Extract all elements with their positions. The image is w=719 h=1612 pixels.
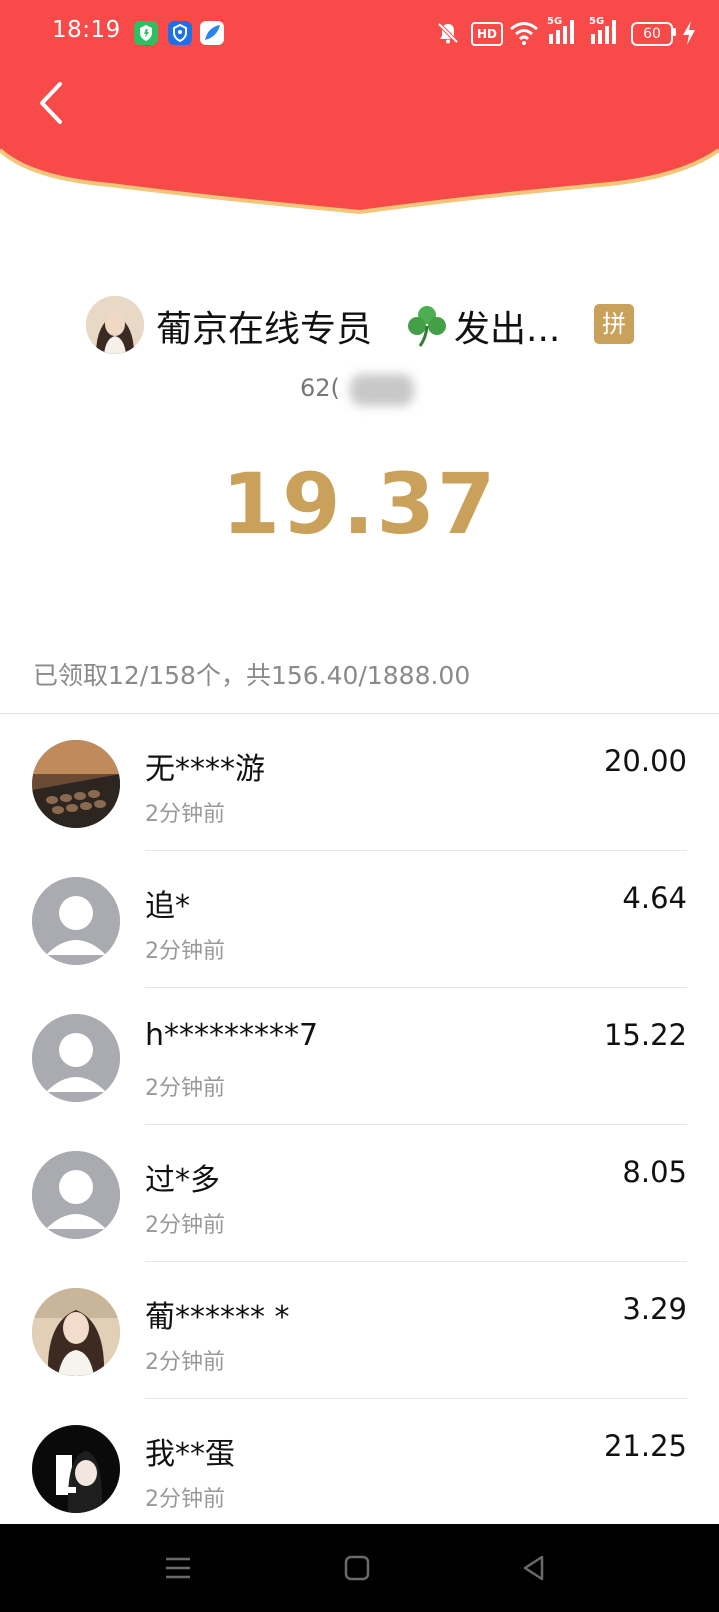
claim-amount: 20.00 [603, 744, 687, 778]
sender-id-redacted [350, 374, 414, 406]
status-bar: 18:19 HD 5G 5G 60 [0, 0, 719, 66]
sender-info: 葡京在线专员 发出... 拼 [86, 294, 646, 354]
claimer-name: 过*多 [145, 1163, 220, 1198]
sender-id: 62( [300, 374, 340, 402]
clover-icon [408, 306, 446, 347]
list-item[interactable]: 追* 2分钟前 4.64 [0, 851, 719, 988]
list-item[interactable]: 我**蛋 2分钟前 21.25 [0, 1399, 719, 1536]
charging-icon [683, 21, 695, 45]
hd-icon: HD [471, 22, 503, 46]
claim-amount: 3.29 [622, 1292, 687, 1326]
list-item[interactable]: h*********7 2分钟前 15.22 [0, 988, 719, 1125]
home-icon[interactable] [337, 1548, 377, 1588]
vpn-app-icon [168, 21, 192, 45]
default-avatar-icon [32, 1014, 120, 1102]
battery-icon: 60 [631, 22, 673, 46]
signal-5g-icon: 5G [547, 16, 579, 46]
sender-name: 葡京在线专员 [156, 309, 373, 350]
claimer-name: 无****游 [145, 752, 265, 787]
claim-amount: 21.25 [603, 1429, 687, 1463]
list-item[interactable]: 过*多 2分钟前 8.05 [0, 1125, 719, 1262]
photo-avatar [32, 1288, 120, 1376]
system-nav-bar [0, 1524, 719, 1612]
claim-summary: 已领取12/158个，共156.40/1888.00 [33, 661, 471, 690]
chevron-left-icon [40, 82, 62, 124]
claim-time: 2分钟前 [145, 1350, 225, 1375]
claim-time: 2分钟前 [145, 939, 225, 964]
claimer-name: 葡****** * [145, 1300, 290, 1335]
claimer-name: h*********7 [145, 1018, 319, 1053]
claim-list: 无****游 2分钟前 20.00 追* 2分钟前 4.64 h********… [0, 714, 719, 1536]
claim-time: 2分钟前 [145, 1487, 225, 1512]
red-envelope-header: 18:19 HD 5G 5G 60 [0, 0, 719, 240]
claimer-name: 追* [145, 889, 190, 924]
list-item[interactable]: 葡****** * 2分钟前 3.29 [0, 1262, 719, 1399]
browser-app-icon [200, 21, 224, 45]
status-icons: HD 5G 5G 60 [379, 16, 719, 48]
claimer-name: 我**蛋 [145, 1437, 235, 1472]
default-avatar-icon [32, 1151, 120, 1239]
shield-app-icon [134, 21, 158, 45]
claim-time: 2分钟前 [145, 802, 225, 827]
status-time: 18:19 [52, 17, 121, 43]
list-item[interactable]: 无****游 2分钟前 20.00 [0, 714, 719, 851]
claim-time: 2分钟前 [145, 1213, 225, 1238]
photo-avatar [32, 740, 120, 828]
wifi-icon [510, 22, 538, 45]
mute-icon [437, 22, 459, 44]
pin-badge: 拼 [594, 304, 634, 344]
claim-time: 2分钟前 [145, 1076, 225, 1101]
battery-tip [673, 28, 676, 36]
sender-suffix: 发出... [454, 309, 561, 350]
claim-amount: 4.64 [622, 881, 687, 915]
default-avatar-icon [32, 877, 120, 965]
sender-avatar[interactable] [86, 296, 144, 354]
claim-amount: 8.05 [622, 1155, 687, 1189]
received-amount: 19.37 [221, 455, 498, 553]
back-icon[interactable] [514, 1548, 554, 1588]
photo-avatar [32, 1425, 120, 1513]
claim-amount: 15.22 [603, 1018, 687, 1052]
menu-icon[interactable] [158, 1548, 198, 1588]
back-button[interactable] [30, 78, 74, 128]
signal-5g-icon: 5G [589, 16, 621, 46]
